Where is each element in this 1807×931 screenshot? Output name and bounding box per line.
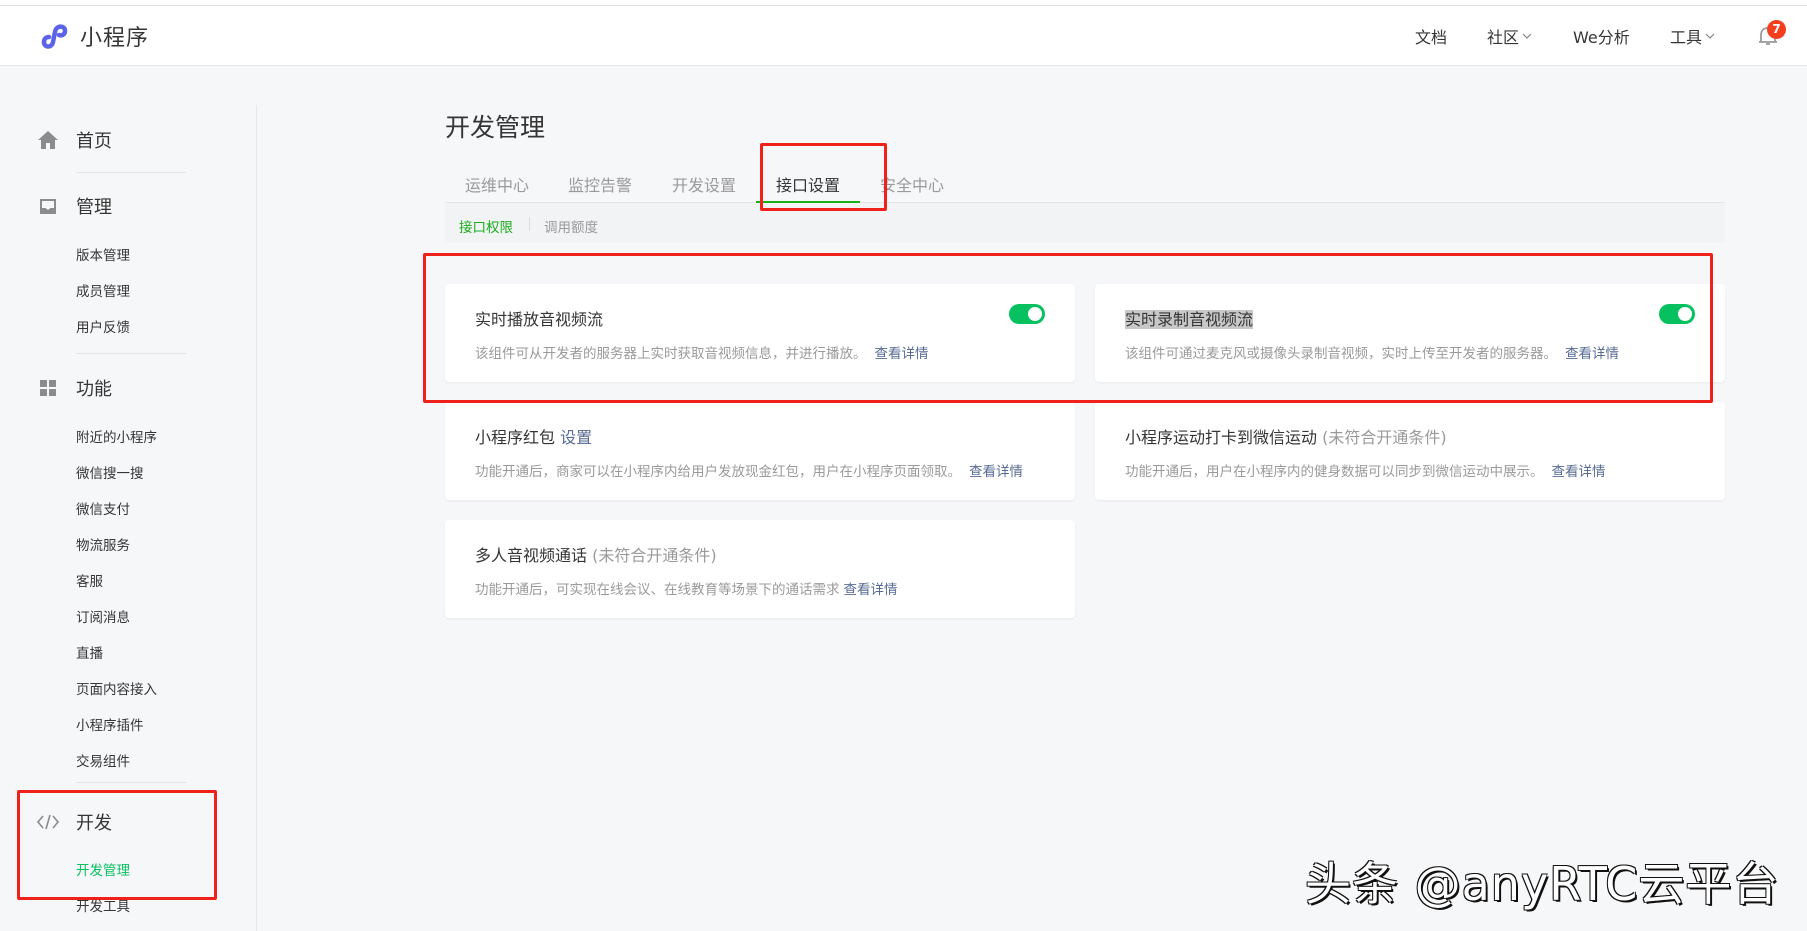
sidebar-item-wechat-pay[interactable]: 微信支付 (76, 501, 130, 519)
home-icon (36, 128, 60, 152)
card-description: 功能开通后，商家可以在小程序内给用户发放现金红包，用户在小程序页面领取。 查看详情 (475, 460, 1023, 480)
sidebar-item-customer-service[interactable]: 客服 (76, 573, 103, 591)
card-description: 该组件可通过麦克风或摄像头录制音视频，实时上传至开发者的服务器。 查看详情 (1125, 342, 1619, 362)
sidebar-item-home-label: 首页 (76, 131, 112, 152)
top-header: 小程序 文档 社区 We分析 工具 7 (0, 6, 1807, 66)
subtab-api-permissions[interactable]: 接口权限 (459, 216, 513, 236)
red-packet-settings-link[interactable]: 设置 (560, 428, 592, 447)
subtab-bar: 接口权限 调用额度 (445, 203, 1725, 243)
chevron-down-icon (1522, 33, 1532, 39)
watermark: 头条 @anyRTC云平台 (1305, 857, 1780, 911)
sidebar-item-subscribe-message[interactable]: 订阅消息 (76, 609, 130, 627)
sidebar-item-logistics[interactable]: 物流服务 (76, 537, 130, 555)
code-icon (36, 810, 60, 834)
tab-monitoring-alerts[interactable]: 监控告警 (568, 172, 632, 196)
nav-we-analysis-label: We分析 (1573, 28, 1630, 47)
sidebar-item-dev-management[interactable]: 开发管理 (76, 862, 130, 880)
live-player-toggle[interactable] (1009, 304, 1045, 324)
ineligible-note: (未符合开通条件) (592, 546, 717, 565)
sidebar-separator (76, 172, 186, 173)
sidebar-item-nearby-miniprogram[interactable]: 附近的小程序 (76, 429, 157, 447)
live-pusher-toggle[interactable] (1659, 304, 1695, 324)
feature-card-live-player: 实时播放音视频流 该组件可从开发者的服务器上实时获取音视频信息，并进行播放。 查看… (445, 284, 1075, 382)
sidebar-divider (256, 105, 257, 931)
card-description-text: 功能开通后，用户在小程序内的健身数据可以同步到微信运动中展示。 (1125, 464, 1544, 480)
nav-tools-label: 工具 (1670, 28, 1703, 47)
chevron-down-icon (1705, 33, 1715, 39)
sidebar-item-plugins[interactable]: 小程序插件 (76, 717, 144, 735)
view-details-link[interactable]: 查看详情 (844, 582, 898, 598)
card-description-text: 功能开通后，可实现在线会议、在线教育等场景下的通话需求 (475, 582, 840, 598)
sidebar-item-live[interactable]: 直播 (76, 645, 103, 663)
card-title-text: 实时录制音视频流 (1125, 310, 1254, 329)
notification-badge: 7 (1767, 20, 1786, 39)
sidebar-section-develop[interactable]: 开发 (36, 807, 112, 837)
subtab-separator (529, 217, 530, 231)
card-description: 功能开通后，用户在小程序内的健身数据可以同步到微信运动中展示。 查看详情 (1125, 460, 1606, 480)
feature-card-red-packet: 小程序红包 设置 功能开通后，商家可以在小程序内给用户发放现金红包，用户在小程序… (445, 402, 1075, 500)
feature-card-live-pusher: 实时录制音视频流 该组件可通过麦克风或摄像头录制音视频，实时上传至开发者的服务器… (1095, 284, 1725, 382)
tab-dev-settings[interactable]: 开发设置 (672, 172, 736, 196)
tab-security-center[interactable]: 安全中心 (880, 172, 944, 196)
card-title-text: 小程序红包 (475, 428, 556, 447)
nav-we-analysis[interactable]: We分析 (1573, 24, 1630, 48)
tab-api-settings[interactable]: 接口设置 (776, 172, 840, 196)
sidebar-item-wechat-search[interactable]: 微信搜一搜 (76, 465, 144, 483)
card-title: 小程序红包 设置 (475, 424, 592, 448)
sidebar-item-page-content[interactable]: 页面内容接入 (76, 681, 157, 699)
card-description: 功能开通后，可实现在线会议、在线教育等场景下的通话需求 查看详情 (475, 578, 898, 598)
sidebar-section-features-label: 功能 (76, 379, 112, 400)
sidebar-section-features[interactable]: 功能 (36, 373, 112, 403)
view-details-link[interactable]: 查看详情 (1552, 464, 1606, 480)
sidebar-item-version-management[interactable]: 版本管理 (76, 247, 130, 265)
sidebar-separator (76, 353, 186, 354)
ineligible-note: (未符合开通条件) (1322, 428, 1447, 447)
card-title: 多人音视频通话 (未符合开通条件) (475, 542, 717, 566)
view-details-link[interactable]: 查看详情 (969, 464, 1023, 480)
tab-ops-center[interactable]: 运维中心 (465, 172, 529, 196)
sidebar-item-trade-component[interactable]: 交易组件 (76, 753, 130, 771)
sidebar-item-dev-tools[interactable]: 开发工具 (76, 898, 130, 916)
card-description: 该组件可从开发者的服务器上实时获取音视频信息，并进行播放。 查看详情 (475, 342, 929, 362)
card-title: 实时录制音视频流 (1125, 306, 1254, 330)
view-details-link[interactable]: 查看详情 (875, 346, 929, 362)
card-description-text: 该组件可通过麦克风或摄像头录制音视频，实时上传至开发者的服务器。 (1125, 346, 1557, 362)
toggle-knob (1678, 307, 1692, 321)
inbox-icon (36, 194, 60, 218)
nav-docs[interactable]: 文档 (1415, 24, 1447, 48)
card-title-text: 多人音视频通话 (475, 546, 588, 565)
nav-tools[interactable]: 工具 (1670, 24, 1715, 48)
feature-card-voip: 多人音视频通话 (未符合开通条件) 功能开通后，可实现在线会议、在线教育等场景下… (445, 520, 1075, 618)
sidebar-section-manage-label: 管理 (76, 197, 112, 218)
sidebar-section-develop-label: 开发 (76, 813, 112, 834)
sidebar-separator (76, 782, 186, 783)
card-title: 小程序运动打卡到微信运动 (未符合开通条件) (1125, 424, 1447, 448)
app-title: 小程序 (80, 26, 150, 51)
toggle-knob (1028, 307, 1042, 321)
nav-community[interactable]: 社区 (1487, 24, 1532, 48)
page-title: 开发管理 (445, 113, 546, 142)
card-title-text: 小程序运动打卡到微信运动 (1125, 428, 1318, 447)
sidebar-item-member-management[interactable]: 成员管理 (76, 283, 130, 301)
view-details-link[interactable]: 查看详情 (1565, 346, 1619, 362)
miniprogram-logo-icon (41, 24, 68, 49)
card-description-text: 该组件可从开发者的服务器上实时获取音视频信息，并进行播放。 (475, 346, 867, 362)
nav-community-label: 社区 (1487, 28, 1520, 47)
grid-icon (36, 376, 60, 400)
sidebar-section-manage[interactable]: 管理 (36, 191, 112, 221)
card-description-text: 功能开通后，商家可以在小程序内给用户发放现金红包，用户在小程序页面领取。 (475, 464, 961, 480)
sidebar-item-user-feedback[interactable]: 用户反馈 (76, 319, 130, 337)
logo[interactable]: 小程序 (38, 20, 149, 52)
card-title-text: 实时播放音视频流 (475, 310, 604, 329)
sidebar-item-home[interactable]: 首页 (36, 125, 112, 155)
feature-card-werun: 小程序运动打卡到微信运动 (未符合开通条件) 功能开通后，用户在小程序内的健身数… (1095, 402, 1725, 500)
subtab-call-quota[interactable]: 调用额度 (544, 216, 598, 236)
card-title: 实时播放音视频流 (475, 306, 603, 330)
nav-docs-label: 文档 (1415, 28, 1448, 47)
